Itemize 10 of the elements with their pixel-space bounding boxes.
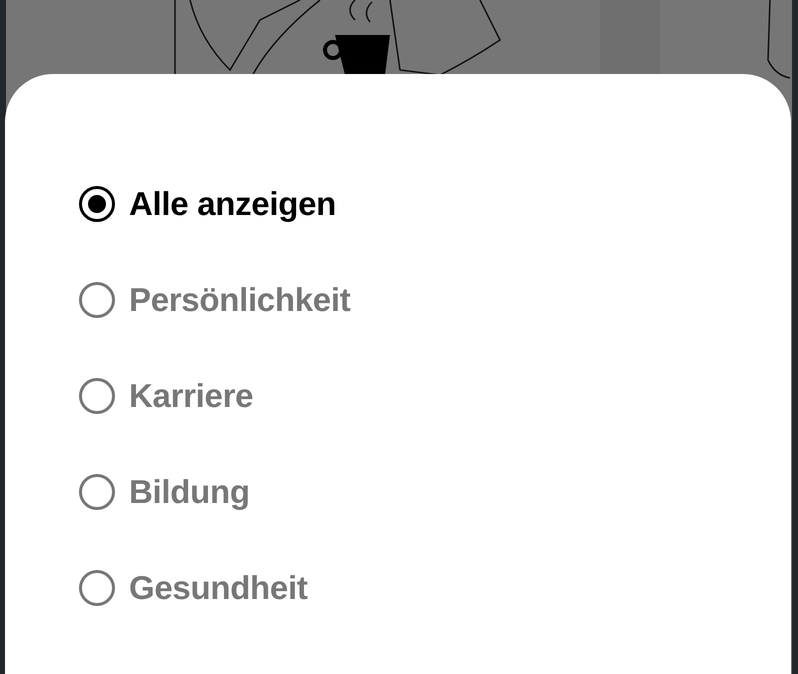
radio-button[interactable] [79,570,115,606]
radio-button[interactable] [79,378,115,414]
option-label[interactable]: Karriere [129,377,254,415]
radio-button[interactable] [79,474,115,510]
option-label[interactable]: Bildung [129,473,250,511]
option-label[interactable]: Alle anzeigen [129,185,336,223]
radio-button[interactable] [79,282,115,318]
option-label[interactable]: Persönlichkeit [129,281,350,319]
radio-button[interactable] [79,186,115,222]
option-label[interactable]: Gesundheit [129,569,308,607]
